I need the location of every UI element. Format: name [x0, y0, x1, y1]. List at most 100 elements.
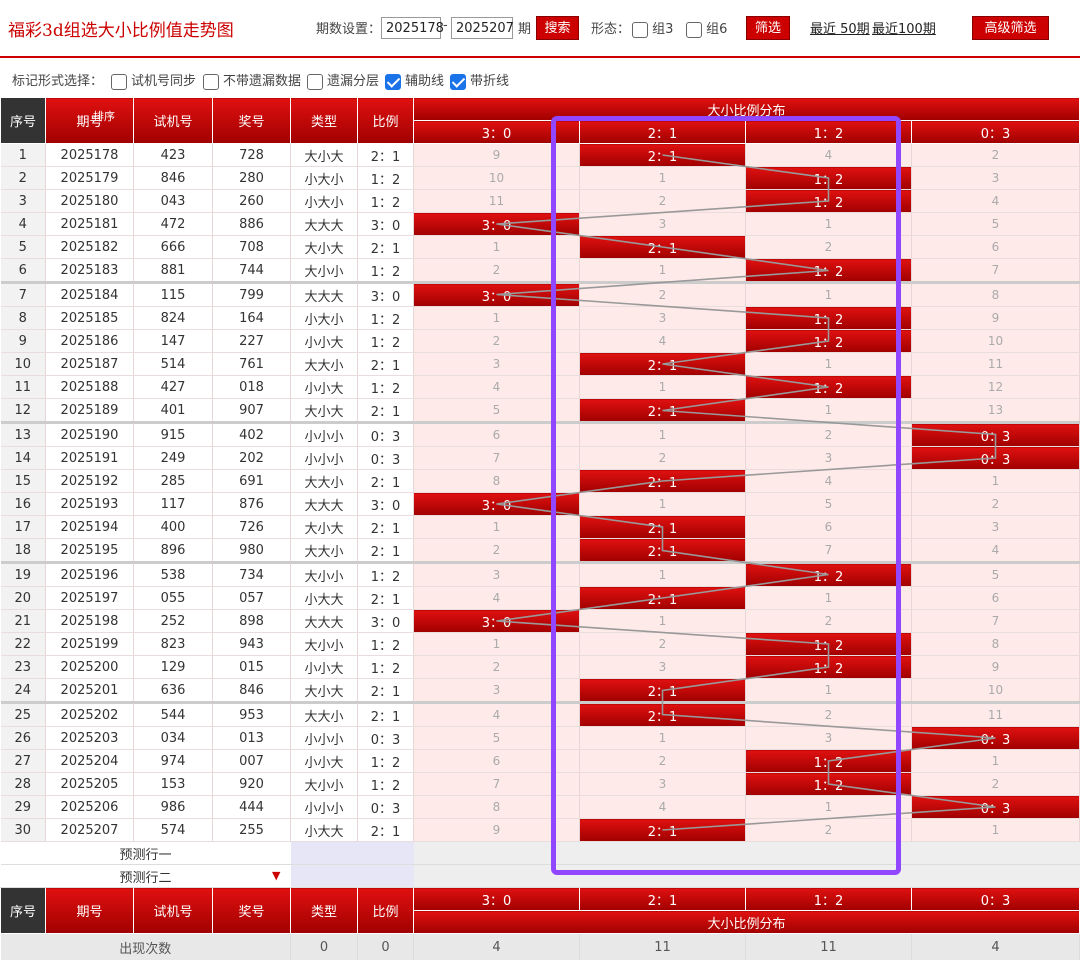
- row-index: 9: [0, 329, 46, 353]
- period-from-input[interactable]: 2025178: [381, 17, 444, 39]
- no-omit-data-checkbox[interactable]: [203, 73, 219, 90]
- omit-cell-03: 2: [911, 143, 1080, 167]
- period-to-input[interactable]: 2025207: [451, 17, 514, 39]
- row-ratio: 0：3: [357, 446, 414, 470]
- table-row: 16 2025193 117 876 大大大 3：0 3：0 1 5 2: [0, 492, 1080, 516]
- count-21: 11: [579, 933, 746, 960]
- group6-checkbox[interactable]: [686, 21, 702, 38]
- hit-cell-30: 3：0: [413, 212, 580, 236]
- omit-cell-12: 1: [745, 352, 912, 376]
- dist-col-03: 0：3: [911, 120, 1080, 144]
- foot-header-prize: 奖号: [212, 887, 291, 934]
- row-type: 大大小: [290, 469, 358, 493]
- omit-cell-30: 5: [413, 726, 580, 750]
- sync-test-checkbox[interactable]: [111, 73, 127, 90]
- hit-cell-12: 1：2: [745, 166, 912, 190]
- omit-cell-03: 7: [911, 609, 1080, 633]
- predict-row-2-input[interactable]: [290, 864, 414, 888]
- aux-line-checkbox[interactable]: [385, 73, 401, 90]
- row-ratio: 2：1: [357, 538, 414, 563]
- group3-checkbox[interactable]: [632, 21, 648, 38]
- polyline-checkbox[interactable]: [450, 73, 466, 90]
- predict-2-cell-03[interactable]: [911, 864, 1080, 888]
- row-type: 大大大: [290, 212, 358, 236]
- row-issue: 2025196: [45, 561, 134, 587]
- advanced-filter-button[interactable]: 高级筛选: [972, 16, 1049, 40]
- row-index: 1: [0, 143, 46, 167]
- row-ratio: 2：1: [357, 701, 414, 727]
- predict-2-cell-30[interactable]: [413, 864, 580, 888]
- omit-cell-21: 1: [579, 492, 746, 516]
- predict-1-cell-21[interactable]: [579, 841, 746, 865]
- row-prize-number: 726: [212, 515, 291, 539]
- omit-cell-03: 3: [911, 515, 1080, 539]
- omit-cell-21: 1: [579, 166, 746, 190]
- omit-cell-12: 5: [745, 492, 912, 516]
- omit-cell-21: 1: [579, 375, 746, 399]
- foot-dist-col-12: 1：2: [745, 887, 912, 911]
- row-type: 大大小: [290, 538, 358, 563]
- predict-row-2-label: 预测行二 ▼: [0, 864, 291, 888]
- predict-row-2-text: 预测行二: [119, 870, 172, 886]
- omit-cell-03: 11: [911, 701, 1080, 727]
- row-prize-number: 876: [212, 492, 291, 516]
- hit-cell-21: 2：1: [579, 701, 746, 727]
- col-header-issue[interactable]: 期号 排序: [45, 97, 134, 144]
- row-prize-number: 280: [212, 166, 291, 190]
- omit-cell-30: 2: [413, 329, 580, 353]
- arrow-down-icon[interactable]: ▼: [272, 869, 280, 882]
- row-test-number: 034: [133, 726, 213, 750]
- predict-1-cell-30[interactable]: [413, 841, 580, 865]
- predict-1-cell-03[interactable]: [911, 841, 1080, 865]
- foot-header-index: 序号: [0, 887, 46, 934]
- row-issue: 2025179: [45, 166, 134, 190]
- row-test-number: 117: [133, 492, 213, 516]
- omit-cell-21: 2: [579, 189, 746, 213]
- mark-options-label: 标记形式选择：: [12, 74, 104, 89]
- sort-button[interactable]: 排序: [93, 108, 115, 124]
- search-button[interactable]: 搜索: [536, 16, 579, 40]
- row-test-number: 986: [133, 795, 213, 819]
- omit-cell-03: 8: [911, 281, 1080, 307]
- table-row: 14 2025191 249 202 小小小 0：3 7 2 3 0：3: [0, 446, 1080, 470]
- predict-2-cell-21[interactable]: [579, 864, 746, 888]
- filter-button[interactable]: 筛选: [746, 16, 790, 40]
- row-index: 29: [0, 795, 46, 819]
- omit-layer-checkbox[interactable]: [307, 73, 323, 90]
- row-type: 大小大: [290, 678, 358, 703]
- omit-cell-30: 8: [413, 469, 580, 493]
- row-issue: 2025205: [45, 772, 134, 796]
- row-issue: 2025178: [45, 143, 134, 167]
- table-row: 28 2025205 153 920 大小小 1：2 7 3 1：2 2: [0, 772, 1080, 796]
- sync-test-label: 试机号同步: [131, 74, 197, 89]
- foot-header-ratio: 比例: [357, 887, 414, 934]
- omit-cell-12: 6: [745, 515, 912, 539]
- omit-cell-12: 2: [745, 701, 912, 727]
- recent-100-link[interactable]: 最近100期: [872, 18, 936, 37]
- period-dash: -: [443, 18, 448, 33]
- row-type: 小小小: [290, 726, 358, 750]
- row-test-number: 514: [133, 352, 213, 376]
- predict-1-cell-12[interactable]: [745, 841, 912, 865]
- omit-cell-03: 9: [911, 306, 1080, 330]
- foot-header-test: 试机号: [133, 887, 213, 934]
- row-ratio: 1：2: [357, 749, 414, 773]
- hit-cell-03: 0：3: [911, 795, 1080, 819]
- recent-50-link[interactable]: 最近 50期: [810, 18, 870, 37]
- page-title: 福彩3d组选大小比例值走势图: [8, 21, 234, 41]
- omit-cell-30: 2: [413, 538, 580, 563]
- row-prize-number: 402: [212, 421, 291, 447]
- hit-cell-12: 1：2: [745, 329, 912, 353]
- table-row: 30 2025207 574 255 小大大 2：1 9 2：1 2 1: [0, 818, 1080, 842]
- hit-cell-21: 2：1: [579, 818, 746, 842]
- predict-2-cell-12[interactable]: [745, 864, 912, 888]
- omit-cell-30: 5: [413, 398, 580, 423]
- row-issue: 2025200: [45, 655, 134, 679]
- row-issue: 2025191: [45, 446, 134, 470]
- omit-cell-21: 4: [579, 795, 746, 819]
- row-issue: 2025203: [45, 726, 134, 750]
- row-ratio: 0：3: [357, 421, 414, 447]
- predict-row-1-input[interactable]: [290, 841, 414, 865]
- hit-cell-21: 2：1: [579, 398, 746, 423]
- row-ratio: 1：2: [357, 329, 414, 353]
